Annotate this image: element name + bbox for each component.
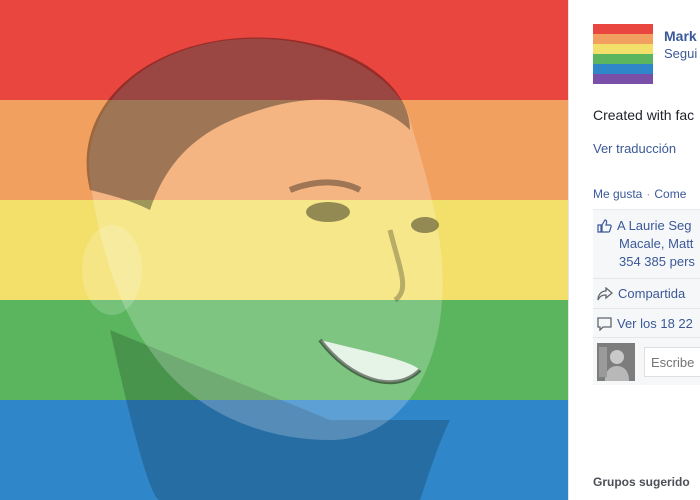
author-avatar[interactable] [593, 24, 653, 84]
like-link[interactable]: Me gusta [593, 187, 642, 201]
post-photo[interactable] [0, 0, 568, 500]
post-actions: Me gusta · Come [593, 187, 686, 201]
author-info: Mark Segui [664, 24, 697, 63]
likes-line-2: Macale, Matt [619, 236, 694, 251]
avatar-stripe-purple [593, 74, 653, 84]
comment-input[interactable] [644, 347, 700, 377]
likes-line-3: 354 385 pers [619, 254, 695, 269]
person-icon [597, 343, 635, 381]
post-details-panel: Mark Segui Created with fac Ver traducci… [568, 0, 700, 500]
divider [593, 337, 700, 338]
divider [593, 278, 700, 279]
feedback-box: A Laurie Seg Macale, Matt 354 385 pers C… [593, 209, 700, 385]
shares-link[interactable]: Compartida [597, 286, 685, 301]
post-header: Mark Segui [593, 24, 697, 84]
comment-link[interactable]: Come [654, 187, 686, 201]
view-comments-link[interactable]: Ver los 18 22 [597, 316, 693, 331]
likes-summary[interactable]: A Laurie Seg Macale, Matt 354 385 pers [597, 217, 695, 271]
share-icon [597, 287, 613, 301]
viewer-avatar [597, 343, 635, 381]
avatar-stripe-green [593, 54, 653, 64]
avatar-stripe-red [593, 24, 653, 34]
avatar-stripe-orange [593, 34, 653, 44]
avatar-stripe-blue [593, 64, 653, 74]
avatar-stripe-yellow [593, 44, 653, 54]
author-name-link[interactable]: Mark [664, 27, 697, 45]
comment-composer [597, 343, 700, 381]
comments-label: Ver los 18 22 [617, 316, 693, 331]
likes-line-1: A Laurie Seg [597, 217, 695, 235]
translate-link[interactable]: Ver traducción [593, 141, 676, 156]
divider [593, 308, 700, 309]
suggested-groups-heading: Grupos sugerido [593, 475, 690, 489]
follow-link[interactable]: Segui [664, 45, 697, 63]
action-separator: · [646, 187, 651, 201]
thumbs-up-icon [597, 219, 612, 233]
comment-icon [597, 317, 612, 331]
likes-text-1: A Laurie Seg [617, 218, 692, 233]
person-silhouette [82, 37, 450, 500]
shares-label: Compartida [618, 286, 686, 301]
post-caption: Created with fac [593, 107, 695, 123]
